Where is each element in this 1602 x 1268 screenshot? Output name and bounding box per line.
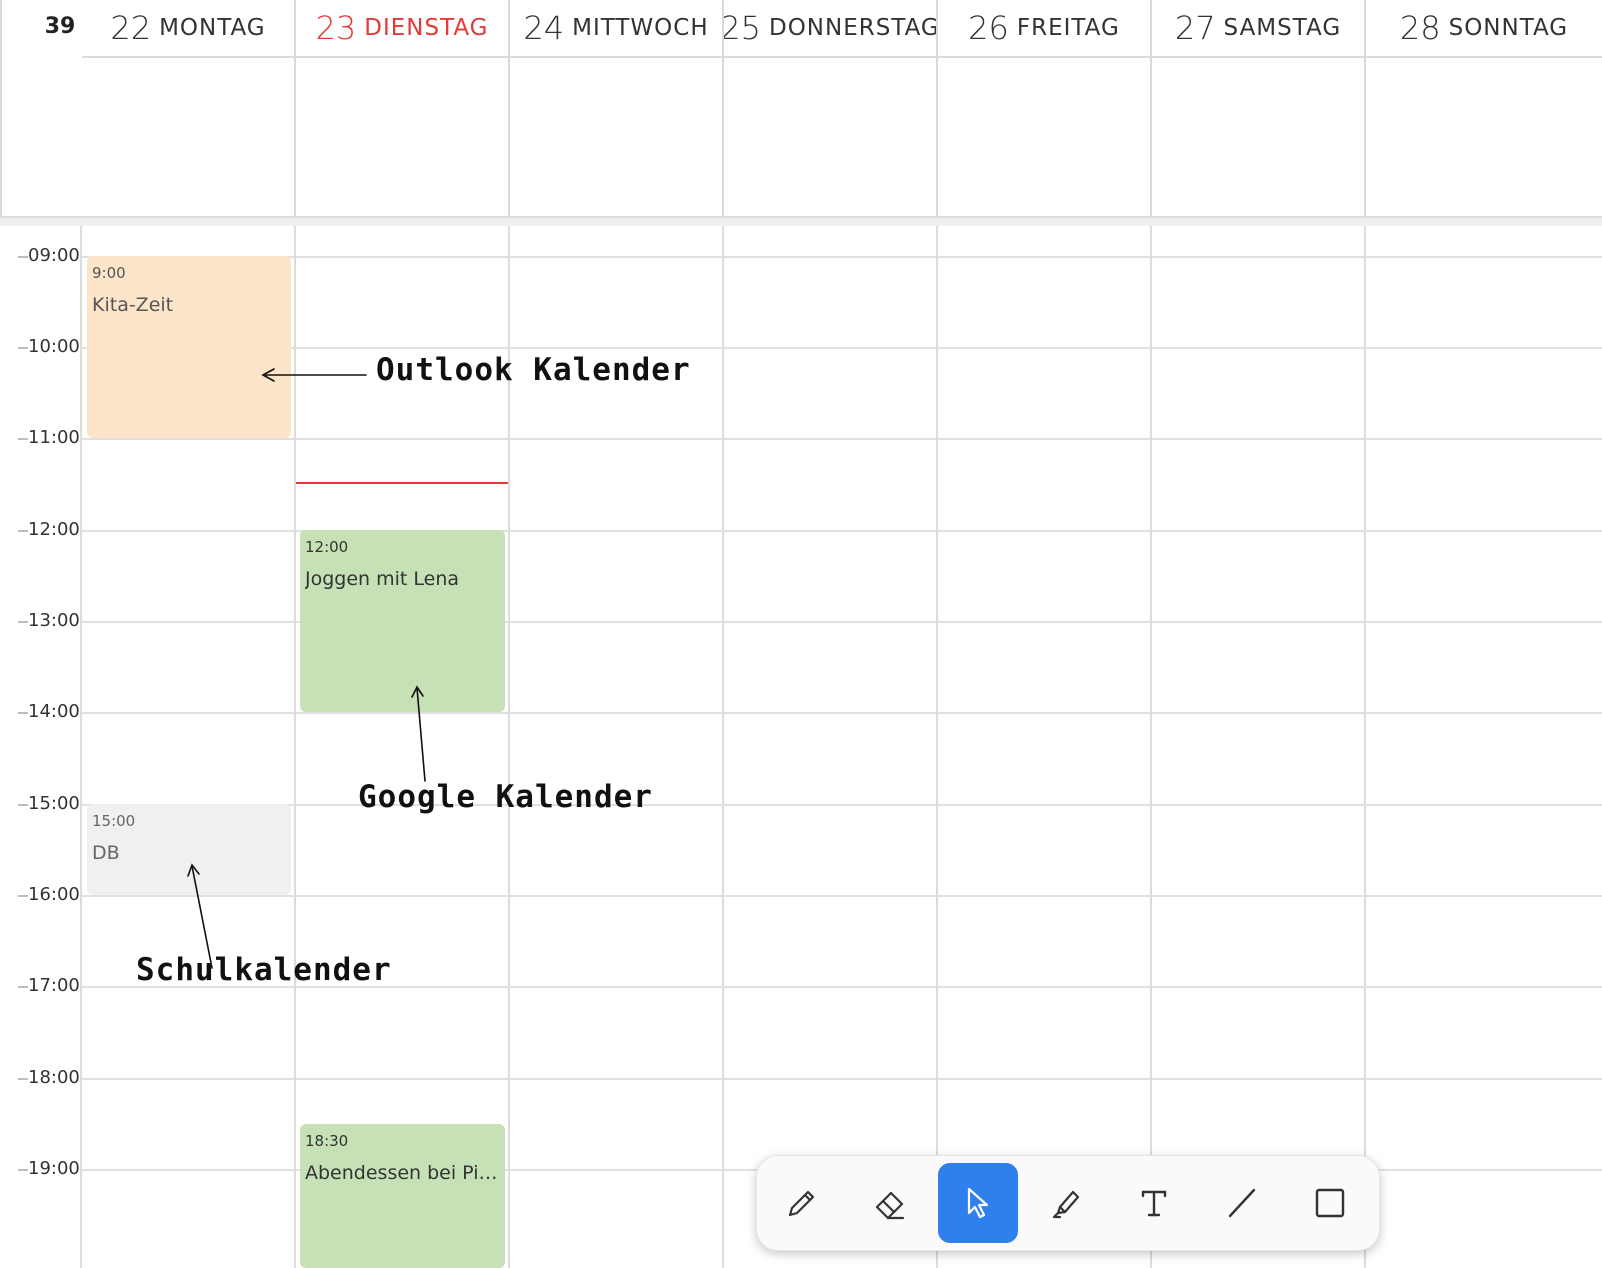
time-label: 15:00 [28,793,80,814]
day-number: 24 [523,9,565,47]
event-title: DB [92,842,120,864]
divider [294,226,296,1268]
day-number: 23 [315,9,357,47]
day-name: MITTWOCH [572,15,709,41]
hour-line [82,347,1602,349]
hour-tick [18,256,28,258]
divider [80,226,82,1268]
drawing-toolbar [756,1155,1380,1251]
day-name: MONTAG [159,15,266,41]
pointer-icon [967,1187,989,1219]
hour-tick [18,621,28,623]
time-grid[interactable]: 09:00 10:00 11:00 12:00 13:00 14:00 15:0… [0,226,1602,1268]
line-icon [1228,1188,1256,1218]
event-title: Abendessen bei Pizzeria [305,1162,500,1184]
divider [1364,226,1366,1268]
time-label: 19:00 [28,1158,80,1179]
day-number: 25 [720,9,761,47]
hour-tick [18,712,28,714]
time-label: 11:00 [28,427,80,448]
divider [1150,226,1152,1268]
divider [936,0,938,218]
day-header-tuesday[interactable]: 23 DIENSTAG [296,0,508,58]
event-joggen-mit-lena[interactable]: 12:00 Joggen mit Lena [300,530,505,712]
day-number: 28 [1399,9,1441,47]
time-label: 09:00 [28,245,80,266]
divider [722,226,724,1268]
hour-line [82,895,1602,897]
day-number: 26 [968,9,1009,47]
week-number: 39 [44,14,76,39]
event-title: Joggen mit Lena [305,568,460,590]
text-icon [1141,1190,1167,1217]
day-header-monday[interactable]: 22 MONTAG [82,0,294,58]
event-abendessen[interactable]: 18:30 Abendessen bei Pizzeria [300,1124,505,1268]
line-tool-button[interactable] [1202,1163,1282,1243]
day-name: SONNTAG [1448,15,1569,41]
day-header-saturday[interactable]: 27 SAMSTAG [1152,0,1364,58]
hour-line [82,256,1602,258]
divider [1364,0,1366,218]
event-time: 12:00 [305,538,349,556]
divider [722,0,724,218]
time-label: 14:00 [28,701,80,722]
hour-tick [18,347,28,349]
day-name: DONNERSTAG [768,15,940,41]
hour-tick [18,804,28,806]
day-number: 27 [1174,9,1216,47]
day-number: 22 [110,9,152,47]
day-name: SAMSTAG [1223,15,1342,41]
day-header-sunday[interactable]: 28 SONNTAG [1366,0,1602,58]
calendar-app: 39 22 MONTAG 23 DIENSTAG 24 MITTWOCH 25 … [0,0,1602,1268]
time-label: 13:00 [28,610,80,631]
divider [1150,0,1152,218]
event-time: 9:00 [92,264,126,282]
current-time-indicator [296,482,508,484]
day-name: DIENSTAG [364,15,489,41]
hour-line [82,1078,1602,1080]
eraser-icon [875,1191,905,1220]
annotation-google: Google Kalender [358,779,653,815]
rectangle-icon [1315,1188,1345,1218]
hour-line [82,712,1602,714]
annotation-outlook: Outlook Kalender [376,352,691,388]
day-header-friday[interactable]: 26 FREITAG [938,0,1150,58]
rectangle-tool-button[interactable] [1290,1163,1370,1243]
time-label: 16:00 [28,884,80,905]
eraser-tool-button[interactable] [850,1163,930,1243]
highlighter-icon [1052,1190,1080,1219]
divider [294,0,296,218]
pencil-tool-button[interactable] [762,1163,842,1243]
time-label: 18:00 [28,1067,80,1088]
hour-tick [18,438,28,440]
hour-tick [18,530,28,532]
hour-tick [18,895,28,897]
hour-tick [18,1169,28,1171]
event-kita-zeit[interactable]: 9:00 Kita-Zeit [87,256,291,438]
event-time: 18:30 [305,1132,349,1150]
day-name: FREITAG [1016,15,1120,41]
time-label: 10:00 [28,336,80,357]
divider [936,226,938,1268]
divider [508,0,510,218]
event-db[interactable]: 15:00 DB [87,804,291,895]
day-header-thursday[interactable]: 25 DONNERSTAG [720,0,939,58]
hour-tick [18,1078,28,1080]
day-header-wednesday[interactable]: 24 MITTWOCH [510,0,722,58]
hour-line [82,438,1602,440]
pointer-tool-button[interactable] [938,1163,1018,1243]
time-label: 12:00 [28,519,80,540]
event-title: Kita-Zeit [92,294,174,316]
text-tool-button[interactable] [1114,1163,1194,1243]
time-label: 17:00 [28,975,80,996]
header-separator [0,216,1602,226]
week-header: 39 22 MONTAG 23 DIENSTAG 24 MITTWOCH 25 … [0,0,1602,226]
highlighter-tool-button[interactable] [1026,1163,1106,1243]
event-time: 15:00 [92,812,136,830]
annotation-schulkalender: Schulkalender [136,952,392,988]
hour-tick [18,986,28,988]
hour-line [82,804,1602,806]
divider [0,0,2,218]
pencil-icon [788,1190,815,1217]
